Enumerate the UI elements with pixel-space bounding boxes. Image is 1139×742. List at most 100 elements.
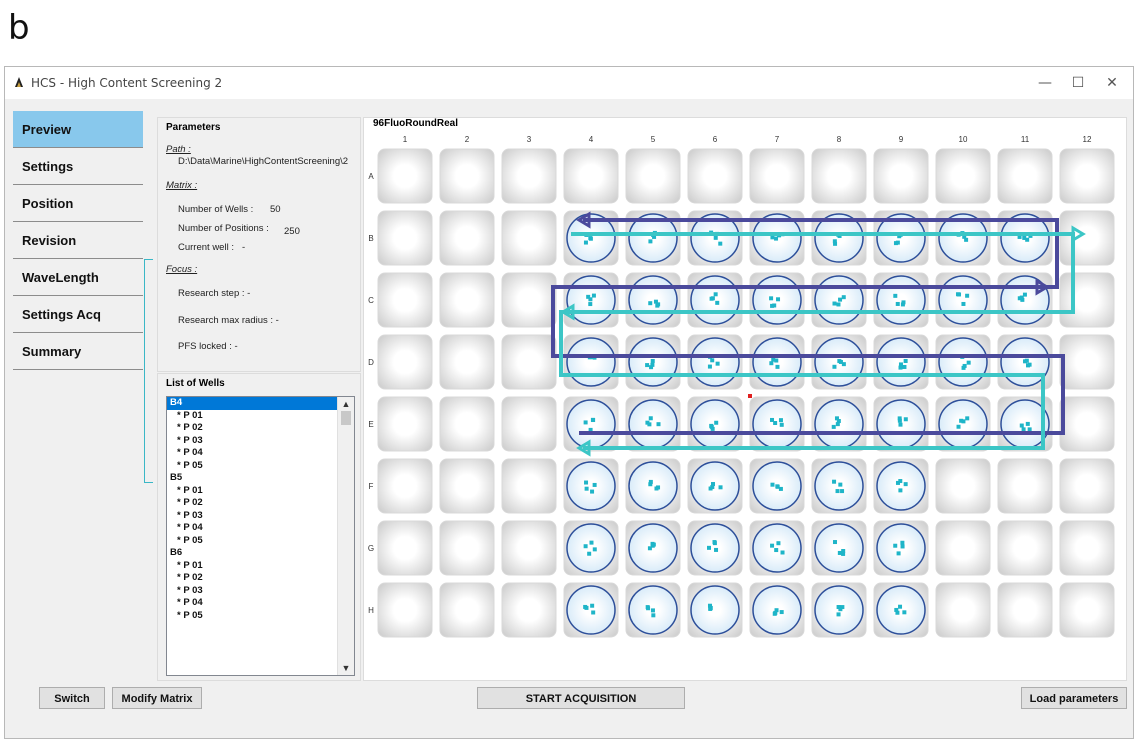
well-E8[interactable] [811, 396, 867, 452]
well-D12[interactable] [1059, 334, 1115, 390]
well-E4[interactable] [563, 396, 619, 452]
well-A10[interactable] [935, 148, 991, 204]
well-A8[interactable] [811, 148, 867, 204]
well-A6[interactable] [687, 148, 743, 204]
column-header: 4 [589, 135, 594, 144]
well-D5[interactable] [625, 334, 681, 390]
load-parameters-button[interactable]: Load parameters [1021, 687, 1127, 709]
well-C8[interactable] [811, 272, 867, 328]
well-H2[interactable] [439, 582, 495, 638]
well-A4[interactable] [563, 148, 619, 204]
modify-matrix-button[interactable]: Modify Matrix [112, 687, 202, 709]
well-H11[interactable] [997, 582, 1053, 638]
well-F11[interactable] [997, 458, 1053, 514]
well-C12[interactable] [1059, 272, 1115, 328]
well-F1[interactable] [377, 458, 433, 514]
well-H8[interactable] [811, 582, 867, 638]
column-header: 3 [527, 135, 532, 144]
well-E2[interactable] [439, 396, 495, 452]
well-F6[interactable] [687, 458, 743, 514]
well-A1[interactable] [377, 148, 433, 204]
figure-panel-letter: b [8, 8, 30, 48]
well-E5[interactable] [625, 396, 681, 452]
well-G10[interactable] [935, 520, 991, 576]
well-E7[interactable] [749, 396, 805, 452]
row-header: G [368, 544, 374, 553]
well-D9[interactable] [873, 334, 929, 390]
well-D3[interactable] [501, 334, 557, 390]
well-H9[interactable] [873, 582, 929, 638]
column-header: 11 [1021, 135, 1030, 144]
well-G9[interactable] [873, 520, 929, 576]
well-H7[interactable] [749, 582, 805, 638]
well-E12[interactable] [1059, 396, 1115, 452]
well-G3[interactable] [501, 520, 557, 576]
well-A12[interactable] [1059, 148, 1115, 204]
well-C7[interactable] [749, 272, 805, 328]
well-F8[interactable] [811, 458, 867, 514]
well-H5[interactable] [625, 582, 681, 638]
well-C5[interactable] [625, 272, 681, 328]
well-F12[interactable] [1059, 458, 1115, 514]
well-G11[interactable] [997, 520, 1053, 576]
switch-button[interactable]: Switch [39, 687, 105, 709]
well-F3[interactable] [501, 458, 557, 514]
well-E10[interactable] [935, 396, 991, 452]
well-B1[interactable] [377, 210, 433, 266]
well-D4[interactable] [563, 334, 619, 390]
well-D7[interactable] [749, 334, 805, 390]
row-header: C [368, 296, 374, 305]
well-G6[interactable] [687, 520, 743, 576]
well-D2[interactable] [439, 334, 495, 390]
well-E3[interactable] [501, 396, 557, 452]
well-H6[interactable] [687, 582, 743, 638]
well-D6[interactable] [687, 334, 743, 390]
bottom-toolbar: Switch Modify Matrix START ACQUISITION L… [5, 687, 1133, 737]
well-F9[interactable] [873, 458, 929, 514]
well-G5[interactable] [625, 520, 681, 576]
well-F10[interactable] [935, 458, 991, 514]
start-acquisition-button[interactable]: START ACQUISITION [477, 687, 685, 709]
well-E9[interactable] [873, 396, 929, 452]
well-C10[interactable] [935, 272, 991, 328]
well-A11[interactable] [997, 148, 1053, 204]
well-B3[interactable] [501, 210, 557, 266]
plate-map: 1 2 3 4 5 6 7 8 9 10 11 12ABCDEFGH [368, 135, 1115, 638]
well-A3[interactable] [501, 148, 557, 204]
well-H10[interactable] [935, 582, 991, 638]
well-C9[interactable] [873, 272, 929, 328]
well-C11[interactable] [997, 272, 1053, 328]
well-H1[interactable] [377, 582, 433, 638]
well-F4[interactable] [563, 458, 619, 514]
well-F7[interactable] [749, 458, 805, 514]
well-G12[interactable] [1059, 520, 1115, 576]
well-D1[interactable] [377, 334, 433, 390]
well-E6[interactable] [687, 396, 743, 452]
well-D10[interactable] [935, 334, 991, 390]
well-G8[interactable] [811, 520, 867, 576]
well-E1[interactable] [377, 396, 433, 452]
well-C1[interactable] [377, 272, 433, 328]
well-F5[interactable] [625, 458, 681, 514]
well-H3[interactable] [501, 582, 557, 638]
well-D8[interactable] [811, 334, 867, 390]
well-F2[interactable] [439, 458, 495, 514]
well-H4[interactable] [563, 582, 619, 638]
well-B12[interactable] [1059, 210, 1115, 266]
well-H12[interactable] [1059, 582, 1115, 638]
well-C6[interactable] [687, 272, 743, 328]
well-C2[interactable] [439, 272, 495, 328]
well-A2[interactable] [439, 148, 495, 204]
well-B2[interactable] [439, 210, 495, 266]
row-header: E [368, 420, 373, 429]
well-G4[interactable] [563, 520, 619, 576]
well-C3[interactable] [501, 272, 557, 328]
well-A9[interactable] [873, 148, 929, 204]
well-A5[interactable] [625, 148, 681, 204]
well-G2[interactable] [439, 520, 495, 576]
well-G1[interactable] [377, 520, 433, 576]
column-header: 12 [1083, 135, 1092, 144]
well-G7[interactable] [749, 520, 805, 576]
column-header: 6 [713, 135, 718, 144]
well-A7[interactable] [749, 148, 805, 204]
